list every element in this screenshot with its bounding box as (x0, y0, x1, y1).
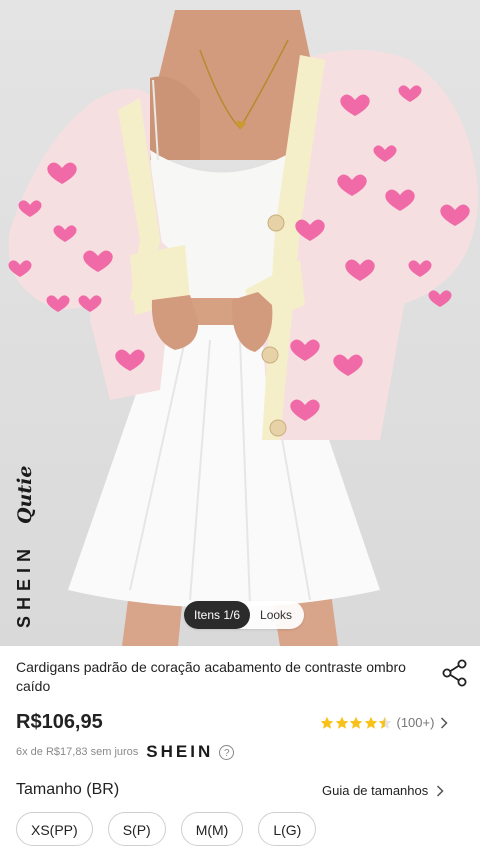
product-price: R$106,95 (16, 711, 103, 733)
star-icon (335, 716, 348, 729)
share-button[interactable] (440, 658, 470, 688)
review-count: (100+) (396, 715, 435, 730)
star-icon (364, 716, 377, 729)
watermark-sub-brand: Qutie (14, 465, 36, 524)
size-options: XS(PP) S(P) M(M) L(G) (16, 812, 331, 846)
installment-text: 6x de R$17,83 sem juros (16, 746, 139, 758)
product-title: Cardigans padrão de coração acabamento d… (16, 659, 406, 694)
size-option-l[interactable]: L(G) (258, 812, 317, 846)
brand-watermark: SHEIN Qutie (8, 465, 48, 628)
shein-logo: SHEIN (146, 742, 214, 761)
looks-tab[interactable]: Looks (250, 608, 296, 622)
rating-stars (320, 716, 393, 730)
star-icon (320, 716, 334, 729)
product-photo (8, 10, 479, 646)
chevron-right-icon (441, 716, 449, 729)
size-section-label: Tamanho (BR) (16, 781, 120, 798)
watermark-brand: SHEIN (14, 542, 34, 628)
product-image-gallery[interactable]: SHEIN Qutie Itens 1/6 Looks (0, 0, 480, 646)
size-option-m[interactable]: M(M) (180, 812, 244, 846)
star-icon (349, 716, 363, 729)
share-icon (442, 659, 467, 687)
size-guide-link[interactable]: Guia de tamanhos (322, 783, 444, 798)
star-icon (378, 716, 392, 729)
size-guide-label[interactable]: Guia de tamanhos (322, 783, 428, 798)
image-index[interactable]: Itens 1/6 (184, 601, 251, 629)
rating-summary[interactable]: (100+) (320, 715, 449, 730)
size-option-xs[interactable]: XS(PP) (16, 812, 93, 846)
installment-info: 6x de R$17,83 sem juros SHEIN ? (16, 742, 235, 762)
help-icon[interactable]: ? (219, 744, 235, 760)
image-pager[interactable]: Itens 1/6 Looks (184, 601, 305, 629)
chevron-right-icon (437, 784, 444, 797)
size-option-s[interactable]: S(P) (107, 812, 166, 846)
